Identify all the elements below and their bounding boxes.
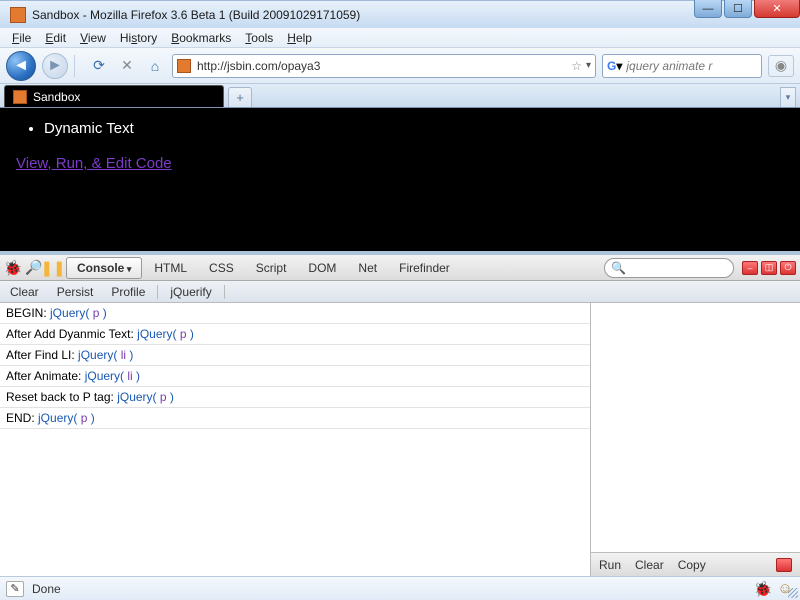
reload-button[interactable]: ⟳ xyxy=(88,55,110,77)
firebug-tab-net[interactable]: Net xyxy=(348,258,387,278)
url-favicon xyxy=(177,59,191,73)
console-line: After Find LI: jQuery( li ) xyxy=(0,345,590,366)
url-history-dropdown[interactable]: ▾ xyxy=(586,60,591,71)
console-line: END: jQuery( p ) xyxy=(0,408,590,429)
pause-icon[interactable]: ❚❚ xyxy=(46,259,60,277)
search-input[interactable] xyxy=(626,59,757,73)
firebug-command-panel: Run Clear Copy xyxy=(590,303,800,576)
stop-button[interactable]: ✕ xyxy=(116,55,138,77)
page-content: Dynamic Text View, Run, & Edit Code xyxy=(0,108,800,251)
menu-bookmarks[interactable]: Bookmarks xyxy=(165,29,237,47)
menu-view[interactable]: View xyxy=(74,29,112,47)
tab-favicon xyxy=(13,90,27,104)
console-line: After Animate: jQuery( li ) xyxy=(0,366,590,387)
window-close-button[interactable]: ✕ xyxy=(754,0,800,18)
menu-file[interactable]: File xyxy=(6,29,37,47)
firebug-run-button[interactable]: Run xyxy=(599,558,621,572)
firebug-status-icon[interactable]: 🐞 xyxy=(754,580,772,598)
separator xyxy=(224,285,225,299)
menu-help[interactable]: Help xyxy=(281,29,318,47)
firebug-tab-css[interactable]: CSS xyxy=(199,258,244,278)
firebug-close-button[interactable]: ⏻ xyxy=(780,261,796,275)
firebug-subtoolbar: Clear Persist Profile jQuerify xyxy=(0,281,800,303)
list-all-tabs-button[interactable]: ▾ xyxy=(780,87,796,107)
tab-title: Sandbox xyxy=(33,90,80,104)
edit-icon[interactable]: ✎ xyxy=(6,581,24,597)
console-line: After Add Dyanmic Text: jQuery( p ) xyxy=(0,324,590,345)
firebug-tab-script[interactable]: Script xyxy=(246,258,297,278)
firebug-tabbar: 🐞 🔎 ❚❚ Console HTML CSS Script DOM Net F… xyxy=(0,255,800,281)
search-engine-icon[interactable]: G▾ xyxy=(607,59,622,73)
firebug-persist-button[interactable]: Persist xyxy=(57,285,94,299)
firebug-search[interactable]: 🔍 xyxy=(604,258,734,278)
status-bar: ✎ Done 🐞 ☺ xyxy=(0,576,800,600)
firebug-jquerify-button[interactable]: jQuerify xyxy=(170,285,211,299)
firebug-cmd-clear-button[interactable]: Clear xyxy=(635,558,664,572)
firebug-profile-button[interactable]: Profile xyxy=(111,285,145,299)
firebug-panel: 🐞 🔎 ❚❚ Console HTML CSS Script DOM Net F… xyxy=(0,251,800,576)
home-button[interactable]: ⌂ xyxy=(144,55,166,77)
firebug-tab-console[interactable]: Console xyxy=(66,257,142,279)
firebug-detach-button[interactable]: ◫ xyxy=(761,261,777,275)
menubar: File Edit View History Bookmarks Tools H… xyxy=(0,28,800,48)
menu-history[interactable]: History xyxy=(114,29,163,47)
window-maximize-button[interactable]: ☐ xyxy=(724,0,752,18)
firebug-collapse-button[interactable] xyxy=(776,558,792,572)
firebug-tab-dom[interactable]: DOM xyxy=(298,258,346,278)
console-line: BEGIN: jQuery( p ) xyxy=(0,303,590,324)
url-text: http://jsbin.com/opaya3 xyxy=(197,59,567,73)
nav-toolbar: ◄ ► ⟳ ✕ ⌂ http://jsbin.com/opaya3 ☆ ▾ G▾… xyxy=(0,48,800,84)
separator xyxy=(157,285,158,299)
forward-button[interactable]: ► xyxy=(42,53,68,79)
console-line: Reset back to P tag: jQuery( p ) xyxy=(0,387,590,408)
page-list-item: Dynamic Text xyxy=(44,120,784,137)
resize-grip[interactable] xyxy=(788,588,798,598)
tab-active[interactable]: Sandbox xyxy=(4,85,224,107)
firebug-command-editor[interactable] xyxy=(591,303,800,552)
window-titlebar: Sandbox - Mozilla Firefox 3.6 Beta 1 (Bu… xyxy=(0,0,800,28)
new-tab-button[interactable]: + xyxy=(228,87,252,107)
window-minimize-button[interactable]: — xyxy=(694,0,722,18)
tab-strip: Sandbox + ▾ xyxy=(0,84,800,108)
camera-icon[interactable]: ◉ xyxy=(768,55,794,77)
app-favicon xyxy=(10,7,26,23)
firebug-clear-button[interactable]: Clear xyxy=(10,285,39,299)
back-button[interactable]: ◄ xyxy=(6,51,36,81)
firebug-command-bar: Run Clear Copy xyxy=(591,552,800,576)
firebug-icon[interactable]: 🐞 xyxy=(4,259,22,277)
firebug-console-output: BEGIN: jQuery( p )After Add Dyanmic Text… xyxy=(0,303,590,576)
menu-edit[interactable]: Edit xyxy=(39,29,72,47)
menu-tools[interactable]: Tools xyxy=(239,29,279,47)
bookmark-star-icon[interactable]: ☆ xyxy=(571,59,582,73)
firebug-copy-button[interactable]: Copy xyxy=(678,558,706,572)
firebug-tab-firefinder[interactable]: Firefinder xyxy=(389,258,460,278)
search-bar[interactable]: G▾ xyxy=(602,54,762,78)
firebug-minimize-button[interactable]: ‒ xyxy=(742,261,758,275)
status-text: Done xyxy=(32,582,61,596)
window-title: Sandbox - Mozilla Firefox 3.6 Beta 1 (Bu… xyxy=(32,8,796,22)
firebug-tab-html[interactable]: HTML xyxy=(144,258,197,278)
page-edit-link[interactable]: View, Run, & Edit Code xyxy=(16,155,784,172)
url-bar[interactable]: http://jsbin.com/opaya3 ☆ ▾ xyxy=(172,54,596,78)
